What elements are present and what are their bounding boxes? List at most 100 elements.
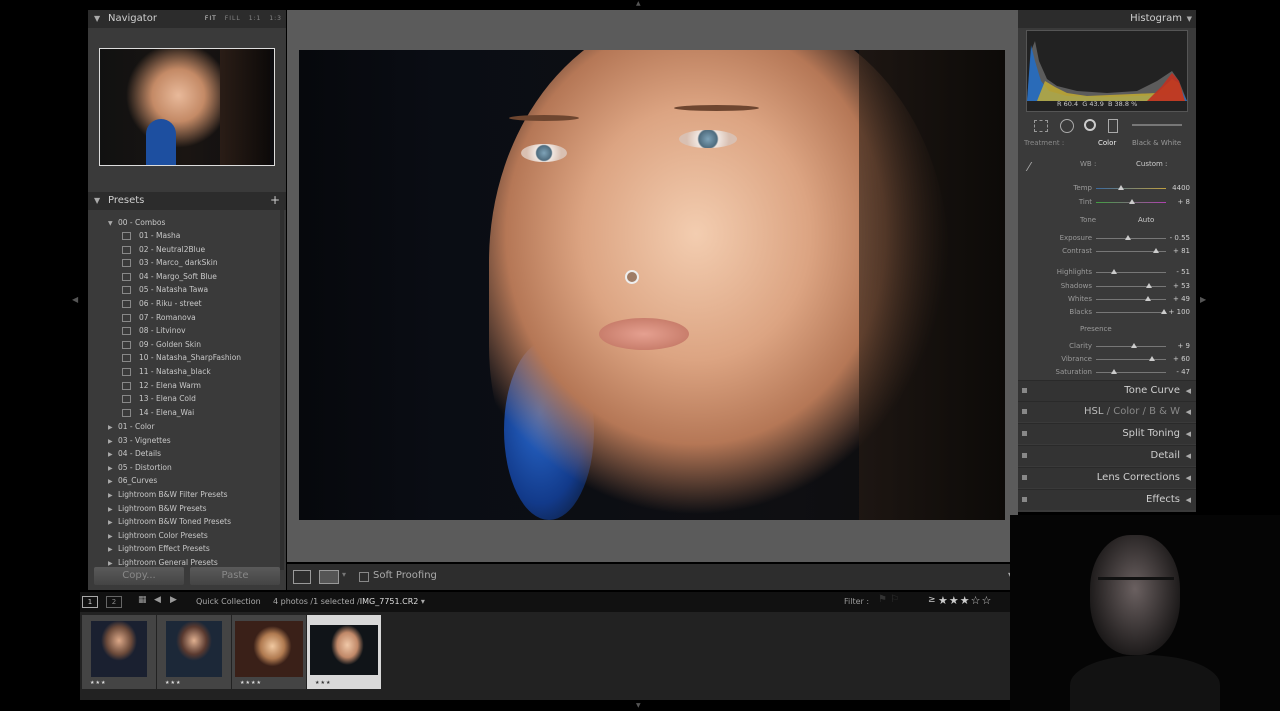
collapse-triangle-icon[interactable]: ▼ bbox=[94, 196, 100, 205]
preset-item[interactable]: 05 - Natasha Tawa bbox=[122, 283, 208, 296]
slider-exposure[interactable]: Exposure - 0.55 bbox=[1018, 232, 1196, 245]
zoom-fill[interactable]: FILL bbox=[225, 15, 241, 22]
preset-item[interactable]: 08 - Litvinov bbox=[122, 324, 186, 337]
flag-filter-icon[interactable]: ⚑ ⚐ bbox=[878, 594, 899, 605]
adjustment-brush-icon[interactable] bbox=[1132, 124, 1182, 126]
loupe-view[interactable] bbox=[287, 10, 1018, 562]
hsl-tab[interactable]: HSL bbox=[1084, 406, 1103, 417]
preset-item[interactable]: 07 - Romanova bbox=[122, 311, 196, 324]
slider-value[interactable]: + 81 bbox=[1173, 247, 1190, 255]
preset-item[interactable]: 04 - Margo_Soft Blue bbox=[122, 270, 217, 283]
preset-item[interactable]: 09 - Golden Skin bbox=[122, 338, 201, 351]
slider-track[interactable] bbox=[1096, 238, 1166, 239]
slider-blacks[interactable]: Blacks + 100 bbox=[1018, 306, 1196, 319]
slider-track[interactable] bbox=[1096, 188, 1166, 189]
source-label[interactable]: Quick Collection bbox=[196, 597, 261, 606]
collapse-triangle-icon[interactable]: ◀ bbox=[1186, 430, 1191, 438]
preset-folder[interactable]: ▶ Lightroom Color Presets bbox=[108, 529, 208, 542]
preset-folder[interactable]: ▶ Lightroom B&W Toned Presets bbox=[108, 515, 231, 528]
slider-knob[interactable] bbox=[1130, 343, 1137, 348]
color-tab[interactable]: Color bbox=[1113, 406, 1139, 417]
monitor-1-button[interactable]: 1 bbox=[82, 596, 98, 608]
slider-knob[interactable] bbox=[1117, 185, 1124, 190]
collapse-triangle-icon[interactable]: ◀ bbox=[1186, 452, 1191, 460]
section-hsl[interactable]: HSL / Color / B & W ◀ bbox=[1018, 401, 1196, 422]
slider-knob[interactable] bbox=[1146, 283, 1153, 288]
slider-value[interactable]: + 60 bbox=[1173, 355, 1190, 363]
slider-knob[interactable] bbox=[1160, 309, 1167, 314]
slider-clarity[interactable]: Clarity + 9 bbox=[1018, 340, 1196, 353]
histogram-graph[interactable]: R 60.4 G 43.9 B 38.8 % bbox=[1026, 30, 1188, 112]
rating-operator[interactable]: ≥ bbox=[928, 595, 936, 605]
preset-folder[interactable]: ▶ 06_Curves bbox=[108, 474, 157, 487]
slider-knob[interactable] bbox=[1152, 248, 1159, 253]
preset-folder[interactable]: ▶ Lightroom Effect Presets bbox=[108, 542, 210, 555]
main-photo[interactable] bbox=[299, 50, 1005, 520]
slider-temp[interactable]: Temp 4400 bbox=[1018, 182, 1196, 195]
preset-folder[interactable]: ▶ Lightroom B&W Presets bbox=[108, 502, 207, 515]
preset-item[interactable]: 14 - Elena_Wai bbox=[122, 406, 194, 419]
preset-item[interactable]: 03 - Marco_ darkSkin bbox=[122, 256, 218, 269]
slider-value[interactable]: - 47 bbox=[1176, 368, 1190, 376]
paste-button[interactable]: Paste bbox=[190, 567, 280, 585]
collapse-triangle-icon[interactable]: ▼ bbox=[94, 14, 100, 23]
presets-scrollbar[interactable] bbox=[280, 210, 284, 570]
right-panel-toggle-icon[interactable]: ▶ bbox=[1200, 295, 1206, 304]
preset-item[interactable]: 13 - Elena Cold bbox=[122, 392, 196, 405]
preset-item[interactable]: 06 - Riku - street bbox=[122, 297, 202, 310]
presets-header[interactable]: ▼ Presets + bbox=[88, 192, 286, 210]
forward-arrow-icon[interactable]: ▶ bbox=[170, 595, 177, 605]
red-eye-icon[interactable] bbox=[1084, 119, 1096, 131]
slider-value[interactable]: 4400 bbox=[1172, 184, 1190, 192]
treatment-color[interactable]: Color bbox=[1098, 139, 1116, 147]
slider-knob[interactable] bbox=[1144, 296, 1151, 301]
slider-knob[interactable] bbox=[1111, 369, 1118, 374]
spot-removal-icon[interactable] bbox=[1060, 119, 1074, 133]
slider-knob[interactable] bbox=[1110, 269, 1117, 274]
bw-tab[interactable]: B & W bbox=[1149, 406, 1180, 417]
section-toggle-icon[interactable] bbox=[1022, 497, 1027, 502]
slider-contrast[interactable]: Contrast + 81 bbox=[1018, 245, 1196, 258]
filmstrip-thumb[interactable]: ★★★ bbox=[157, 615, 231, 689]
add-preset-icon[interactable]: + bbox=[270, 193, 280, 207]
preset-folder[interactable]: ▶ 01 - Color bbox=[108, 420, 155, 433]
preset-folder-open[interactable]: ▼ 00 - Combos bbox=[108, 216, 165, 229]
preset-folder[interactable]: ▶ 05 - Distortion bbox=[108, 461, 172, 474]
collapse-triangle-icon[interactable]: ◀ bbox=[1186, 474, 1191, 482]
slider-saturation[interactable]: Saturation - 47 bbox=[1018, 366, 1196, 379]
preset-item[interactable]: 12 - Elena Warm bbox=[122, 379, 201, 392]
collapse-triangle-icon[interactable]: ◀ bbox=[1186, 496, 1191, 504]
slider-highlights[interactable]: Highlights - 51 bbox=[1018, 266, 1196, 279]
grid-view-icon[interactable]: ▦ bbox=[138, 595, 147, 605]
slider-knob[interactable] bbox=[1149, 356, 1155, 361]
tone-auto-button[interactable]: Auto bbox=[1138, 216, 1154, 224]
slider-track[interactable] bbox=[1096, 299, 1166, 300]
collapse-triangle-icon[interactable]: ◀ bbox=[1186, 408, 1191, 416]
section-toggle-icon[interactable] bbox=[1022, 431, 1027, 436]
section-effects[interactable]: Effects ◀ bbox=[1018, 489, 1196, 510]
section-tone-curve[interactable]: Tone Curve ◀ bbox=[1018, 380, 1196, 401]
collapse-triangle-icon[interactable]: ◀ bbox=[1186, 387, 1191, 395]
section-detail[interactable]: Detail ◀ bbox=[1018, 445, 1196, 466]
treatment-bw[interactable]: Black & White bbox=[1132, 139, 1181, 147]
crop-tool-icon[interactable] bbox=[1034, 120, 1048, 132]
rating-filter-stars[interactable]: ★★★☆☆ bbox=[938, 594, 992, 607]
left-panel-toggle-icon[interactable]: ◀ bbox=[72, 295, 78, 304]
slider-track[interactable] bbox=[1096, 372, 1166, 373]
graduated-filter-icon[interactable] bbox=[1108, 119, 1118, 133]
section-toggle-icon[interactable] bbox=[1022, 453, 1027, 458]
copy-button[interactable]: Copy... bbox=[94, 567, 184, 585]
section-lens-corrections[interactable]: Lens Corrections ◀ bbox=[1018, 467, 1196, 488]
monitor-2-button[interactable]: 2 bbox=[106, 596, 122, 608]
section-toggle-icon[interactable] bbox=[1022, 475, 1027, 480]
zoom-1-3[interactable]: 1:3 bbox=[269, 15, 282, 22]
compare-view-icon[interactable] bbox=[319, 570, 339, 584]
slider-value[interactable]: + 9 bbox=[1177, 342, 1190, 350]
slider-knob[interactable] bbox=[1124, 235, 1131, 240]
slider-value[interactable]: + 53 bbox=[1173, 282, 1190, 290]
wb-value[interactable]: Custom : bbox=[1136, 160, 1167, 168]
zoom-1-1[interactable]: 1:1 bbox=[249, 15, 262, 22]
preset-item[interactable]: 01 - Masha bbox=[122, 229, 180, 242]
collapse-triangle-icon[interactable]: ▼ bbox=[1187, 15, 1192, 23]
loupe-view-icon[interactable] bbox=[293, 570, 311, 584]
